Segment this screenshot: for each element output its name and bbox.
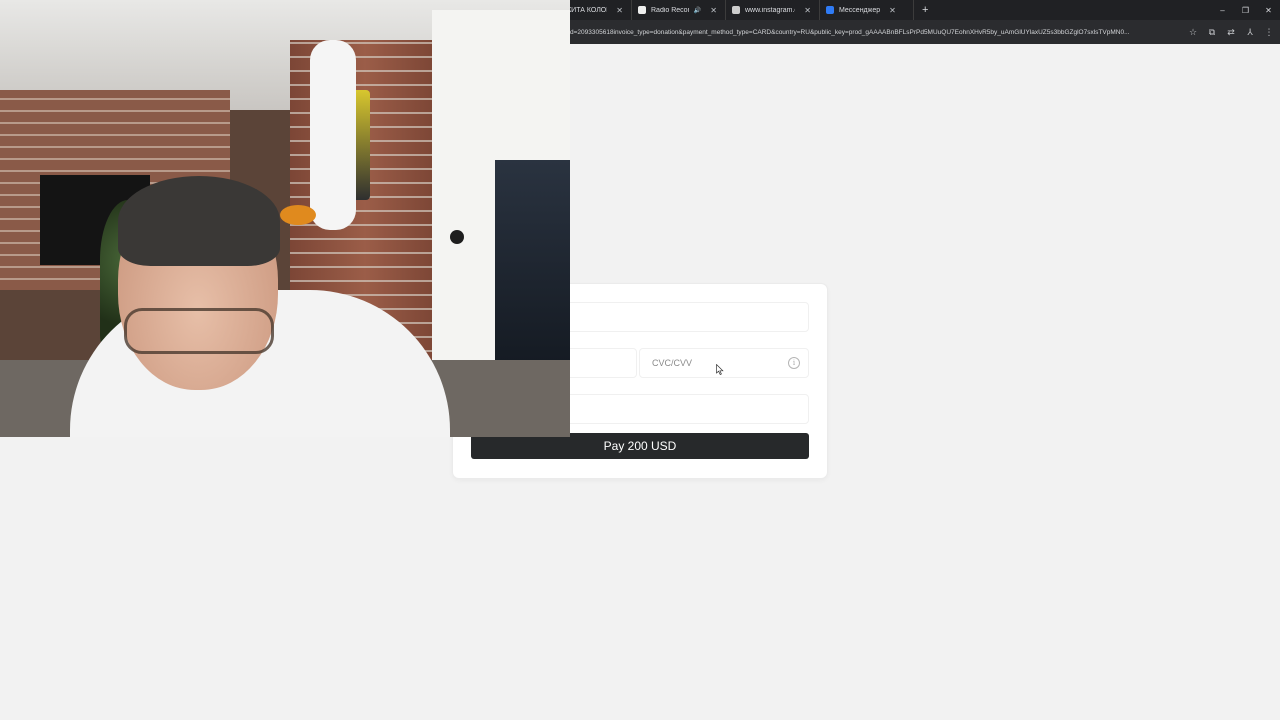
tab-close-icon[interactable]: ✕ [710,6,717,15]
new-tab-button[interactable]: + [914,4,936,16]
minimize-button[interactable]: – [1211,0,1234,20]
bookmark-star-icon[interactable]: ☆ [1188,27,1198,38]
window-controls: – ❐ ✕ [1211,0,1280,20]
menu-kebab-icon[interactable]: ⋮ [1264,27,1274,38]
cast-icon[interactable]: ⇄ [1226,27,1236,38]
tab-close-icon[interactable]: ✕ [616,6,623,15]
address-bar-actions: ☆ ⧉ ⇄ ⅄ ⋮ [1188,20,1274,44]
webcam-goose-beak [280,205,316,225]
tab-favicon-icon [826,6,834,14]
extensions-icon[interactable]: ⧉ [1207,27,1217,38]
tab-close-icon[interactable]: ✕ [889,6,896,15]
tab-close-icon[interactable]: ✕ [804,6,811,15]
close-window-button[interactable]: ✕ [1257,0,1280,20]
profile-icon[interactable]: ⅄ [1245,27,1255,38]
tab-favicon-icon [638,6,646,14]
webcam-person-glasses [124,308,274,354]
info-icon[interactable]: i [788,357,800,369]
tab-title: www.instagram.com [745,6,795,14]
restore-button[interactable]: ❐ [1234,0,1257,20]
webcam-overlay [0,0,570,437]
webcam-door-lock [450,230,464,244]
cvc-field: i [639,348,809,378]
tab-audio-icon[interactable]: 🔊 [694,7,701,14]
browser-tab[interactable]: Radio Record 🔊 ✕ [632,0,726,20]
browser-tab[interactable]: www.instagram.com ✕ [726,0,820,20]
browser-tab[interactable]: Мессенджер ✕ [820,0,914,20]
tab-title: Radio Record [651,6,689,14]
url-field[interactable]: d=2093305618invoice_type=donation&paymen… [570,20,1170,44]
webcam-person-hair [118,176,280,266]
tab-favicon-icon [732,6,740,14]
tab-title: Мессенджер [839,6,881,14]
webcam-goose-plush [310,40,356,230]
mouse-cursor-icon [716,364,724,375]
